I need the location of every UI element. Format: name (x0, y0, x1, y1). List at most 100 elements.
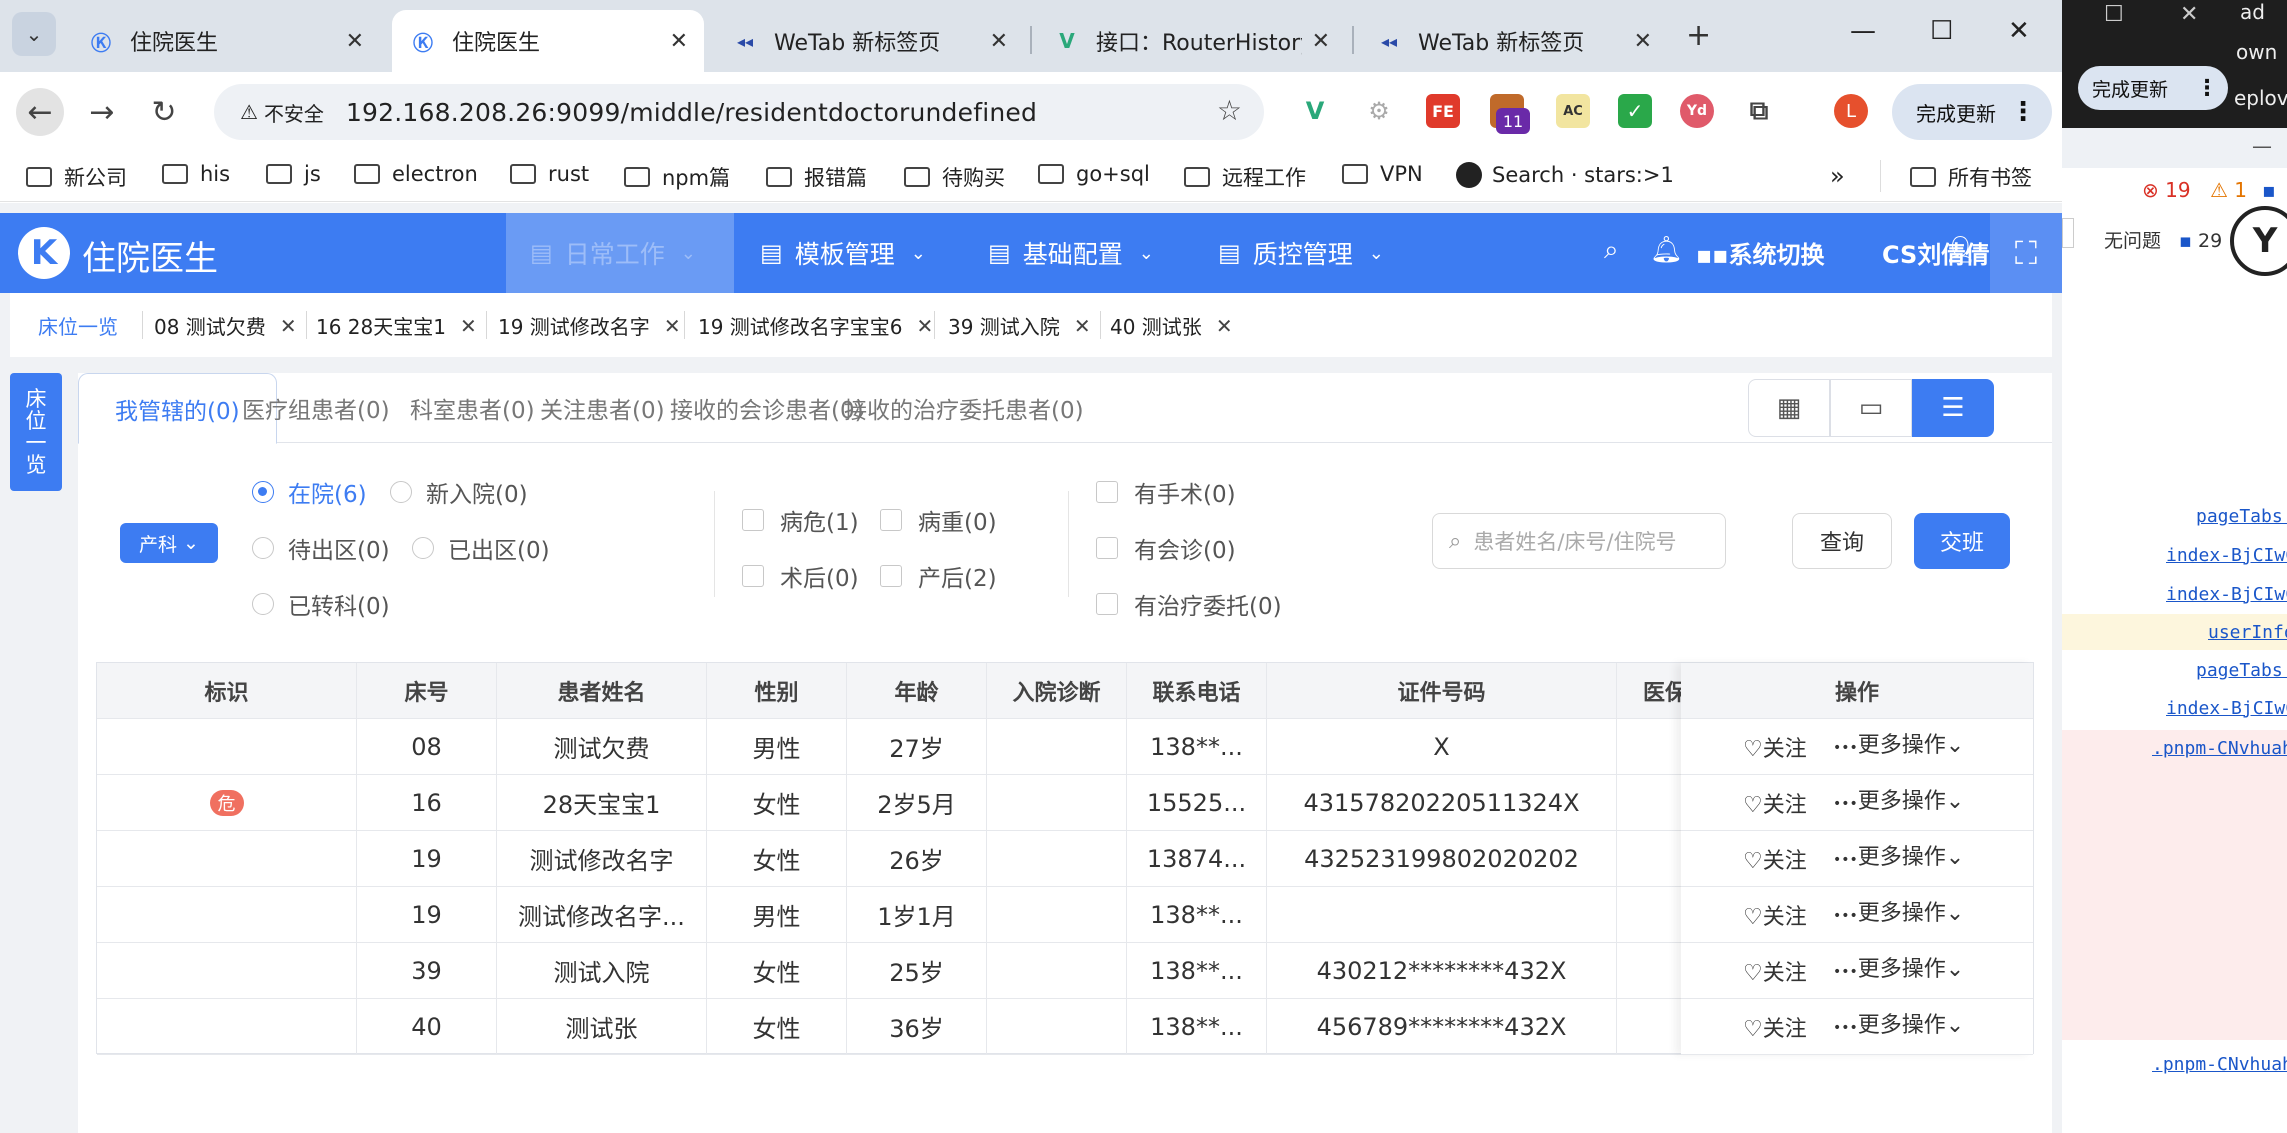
table-view-icon[interactable]: ☰ (1912, 379, 1994, 437)
menu-template-management[interactable]: ▤ 模板管理 ⌄ (736, 213, 950, 293)
reload-icon[interactable]: ↻ (140, 88, 188, 136)
radio-in-hospital[interactable]: 在院(6) (252, 475, 367, 509)
window-close-icon[interactable]: ✕ (2180, 2, 2198, 27)
console-source-link[interactable]: index-BjCIwC (2062, 576, 2287, 612)
browser-tab[interactable]: Ⓚ 住院医生 ✕ (70, 10, 380, 72)
more-actions-dropdown[interactable]: •••更多操作⌄ (1833, 727, 1964, 759)
floating-assistant-icon[interactable]: Y (2230, 206, 2287, 276)
restore-icon[interactable]: ☐ (2104, 2, 2124, 27)
menu-daily-work[interactable]: ▤ 日常工作 ⌄ (506, 213, 734, 293)
close-icon[interactable]: ✕ (1216, 314, 1233, 338)
radio-discharged[interactable]: 已出区(0) (412, 531, 550, 565)
bookmark-folder[interactable]: his (162, 162, 230, 186)
ac-extension-icon[interactable]: AC (1556, 94, 1590, 128)
console-source-link[interactable]: index-BjCIwC (2062, 537, 2287, 573)
close-icon[interactable]: ✕ (990, 29, 1008, 54)
search-icon[interactable]: ⌕ (1604, 235, 1619, 266)
security-indicator[interactable]: ⚠ 不安全 (226, 92, 338, 132)
browser-tab[interactable]: V 接口：RouterHistory ✕ (1036, 10, 1346, 72)
browser-tab[interactable]: ◂◂ WeTab 新标签页 ✕ (1358, 10, 1668, 72)
checkbox-post-surgery[interactable]: 术后(0) (742, 559, 859, 593)
checkbox-has-surgery[interactable]: 有手术(0) (1096, 475, 1236, 509)
message-icon[interactable]: ▪ (2262, 178, 2276, 202)
maximize-icon[interactable]: ☐ (1930, 16, 1953, 46)
bookmark-folder[interactable]: rust (510, 162, 589, 186)
bell-icon[interactable]: 🔔︎ (1650, 235, 1683, 265)
side-tab-bed-overview[interactable]: 床 位 一 览 (10, 373, 62, 491)
query-button[interactable]: 查询 (1792, 513, 1892, 569)
more-actions-dropdown[interactable]: •••更多操作⌄ (1833, 1007, 1964, 1039)
bookmark-star-icon[interactable]: ☆ (1217, 94, 1242, 127)
menu-quality-control[interactable]: ▤ 质控管理 ⌄ (1194, 213, 1408, 293)
close-icon[interactable]: ✕ (1634, 29, 1652, 54)
user-icon[interactable]: 👤︎ (1944, 235, 1977, 265)
bookmark-folder[interactable]: 远程工作 (1184, 162, 1306, 192)
follow-button[interactable]: ♡关注 (1743, 1011, 1807, 1043)
url-text[interactable]: 192.168.208.26:9099/middle/residentdocto… (346, 98, 1037, 127)
radio-new-admission[interactable]: 新入院(0) (390, 475, 528, 509)
new-tab-icon[interactable]: + (1686, 18, 1711, 53)
close-icon[interactable]: ✕ (1074, 314, 1091, 338)
fe-extension-icon[interactable]: FE (1426, 94, 1460, 128)
follow-button[interactable]: ♡关注 (1743, 899, 1807, 931)
patient-search-input[interactable]: ⌕ 患者姓名/床号/住院号 (1432, 513, 1726, 569)
page-tab[interactable]: 19 测试修改名字宝宝6 ✕ (698, 311, 933, 340)
console-source-link[interactable]: .pnpm-CNvhuah (2062, 730, 2287, 766)
radio-pending-discharge[interactable]: 待出区(0) (252, 531, 390, 565)
checkbox-serious[interactable]: 病重(0) (880, 503, 997, 537)
bookmark-folder[interactable]: VPN (1342, 162, 1423, 186)
follow-button[interactable]: ♡关注 (1743, 955, 1807, 987)
more-actions-dropdown[interactable]: •••更多操作⌄ (1833, 895, 1964, 927)
menu-basic-config[interactable]: ▤ 基础配置 ⌄ (964, 213, 1178, 293)
browser-tab[interactable]: ◂◂ WeTab 新标签页 ✕ (714, 10, 1024, 72)
all-bookmarks-folder[interactable]: 所有书签 (1910, 162, 2032, 192)
bookmark-link[interactable]: Search · stars:>1 (1456, 162, 1674, 188)
youdao-extension-icon[interactable]: Yd (1680, 94, 1714, 128)
vue-devtools-extension-icon[interactable]: V (1298, 94, 1332, 128)
page-tab[interactable]: 16 28天宝宝1 ✕ (316, 311, 477, 340)
console-source-link[interactable]: .pnpm-CNvhuah (2062, 1046, 2287, 1082)
department-dropdown[interactable]: 产科 ⌄ (120, 523, 218, 563)
tab-search-button[interactable]: ⌄ (12, 12, 56, 56)
bookmarks-overflow-icon[interactable]: » (1830, 162, 1845, 190)
warning-count[interactable]: ⚠ 1 (2210, 178, 2247, 202)
page-tab[interactable]: 40 测试张 ✕ (1110, 311, 1233, 340)
bookmark-folder[interactable]: electron (354, 162, 478, 186)
close-icon[interactable]: ✕ (280, 314, 297, 338)
close-icon[interactable]: ✕ (670, 29, 688, 54)
close-icon[interactable]: ✕ (917, 314, 934, 338)
issues-link[interactable]: 无问题 ▪ 29 (2104, 226, 2222, 253)
list-card-view-icon[interactable]: ▭ (1830, 379, 1912, 437)
update-button[interactable]: 完成更新 ⋮ (2078, 66, 2228, 110)
checkbox-has-consultation[interactable]: 有会诊(0) (1096, 531, 1236, 565)
tab-treatment-delegation[interactable]: 接收的治疗委托患者(0) (808, 373, 1120, 443)
settings-extension-icon[interactable]: ⚙ (1362, 94, 1396, 128)
bookmark-folder[interactable]: js (266, 162, 321, 186)
error-count[interactable]: ⊗ 19 (2142, 178, 2191, 202)
browser-tab-active[interactable]: Ⓚ 住院医生 ✕ (392, 10, 704, 72)
more-actions-dropdown[interactable]: •••更多操作⌄ (1833, 839, 1964, 871)
console-source-link[interactable]: userInfo (2062, 614, 2287, 650)
follow-button[interactable]: ♡关注 (1743, 731, 1807, 763)
bookmark-folder[interactable]: 待购买 (904, 162, 1005, 192)
window-close-icon[interactable]: ✕ (2008, 16, 2030, 46)
console-source-link[interactable]: pageTabs. (2062, 498, 2287, 534)
close-icon[interactable]: ✕ (1312, 29, 1330, 54)
page-tab[interactable]: 39 测试入院 ✕ (948, 311, 1091, 340)
handover-button[interactable]: 交班 (1914, 513, 2010, 569)
close-icon[interactable]: ✕ (664, 314, 681, 338)
bookmark-folder[interactable]: npm篇 (624, 162, 730, 192)
page-tab-bed-overview[interactable]: 床位一览 (38, 311, 118, 340)
follow-button[interactable]: ♡关注 (1743, 843, 1807, 875)
page-tab[interactable]: 19 测试修改名字 ✕ (498, 311, 681, 340)
address-bar[interactable]: ⚠ 不安全 192.168.208.26:9099/middle/residen… (214, 84, 1264, 140)
console-source-link[interactable]: index-BjCIwC (2062, 690, 2287, 726)
checkbox-postpartum[interactable]: 产后(2) (880, 559, 997, 593)
minimize-icon[interactable]: — (2252, 134, 2272, 158)
forward-icon[interactable]: → (78, 88, 126, 136)
page-tab[interactable]: 08 测试欠费 ✕ (154, 311, 297, 340)
sidebar-toggle-icon[interactable] (2062, 218, 2074, 248)
close-icon[interactable]: ✕ (460, 314, 477, 338)
minimize-icon[interactable]: — (1850, 16, 1876, 46)
close-icon[interactable]: ✕ (346, 29, 364, 54)
